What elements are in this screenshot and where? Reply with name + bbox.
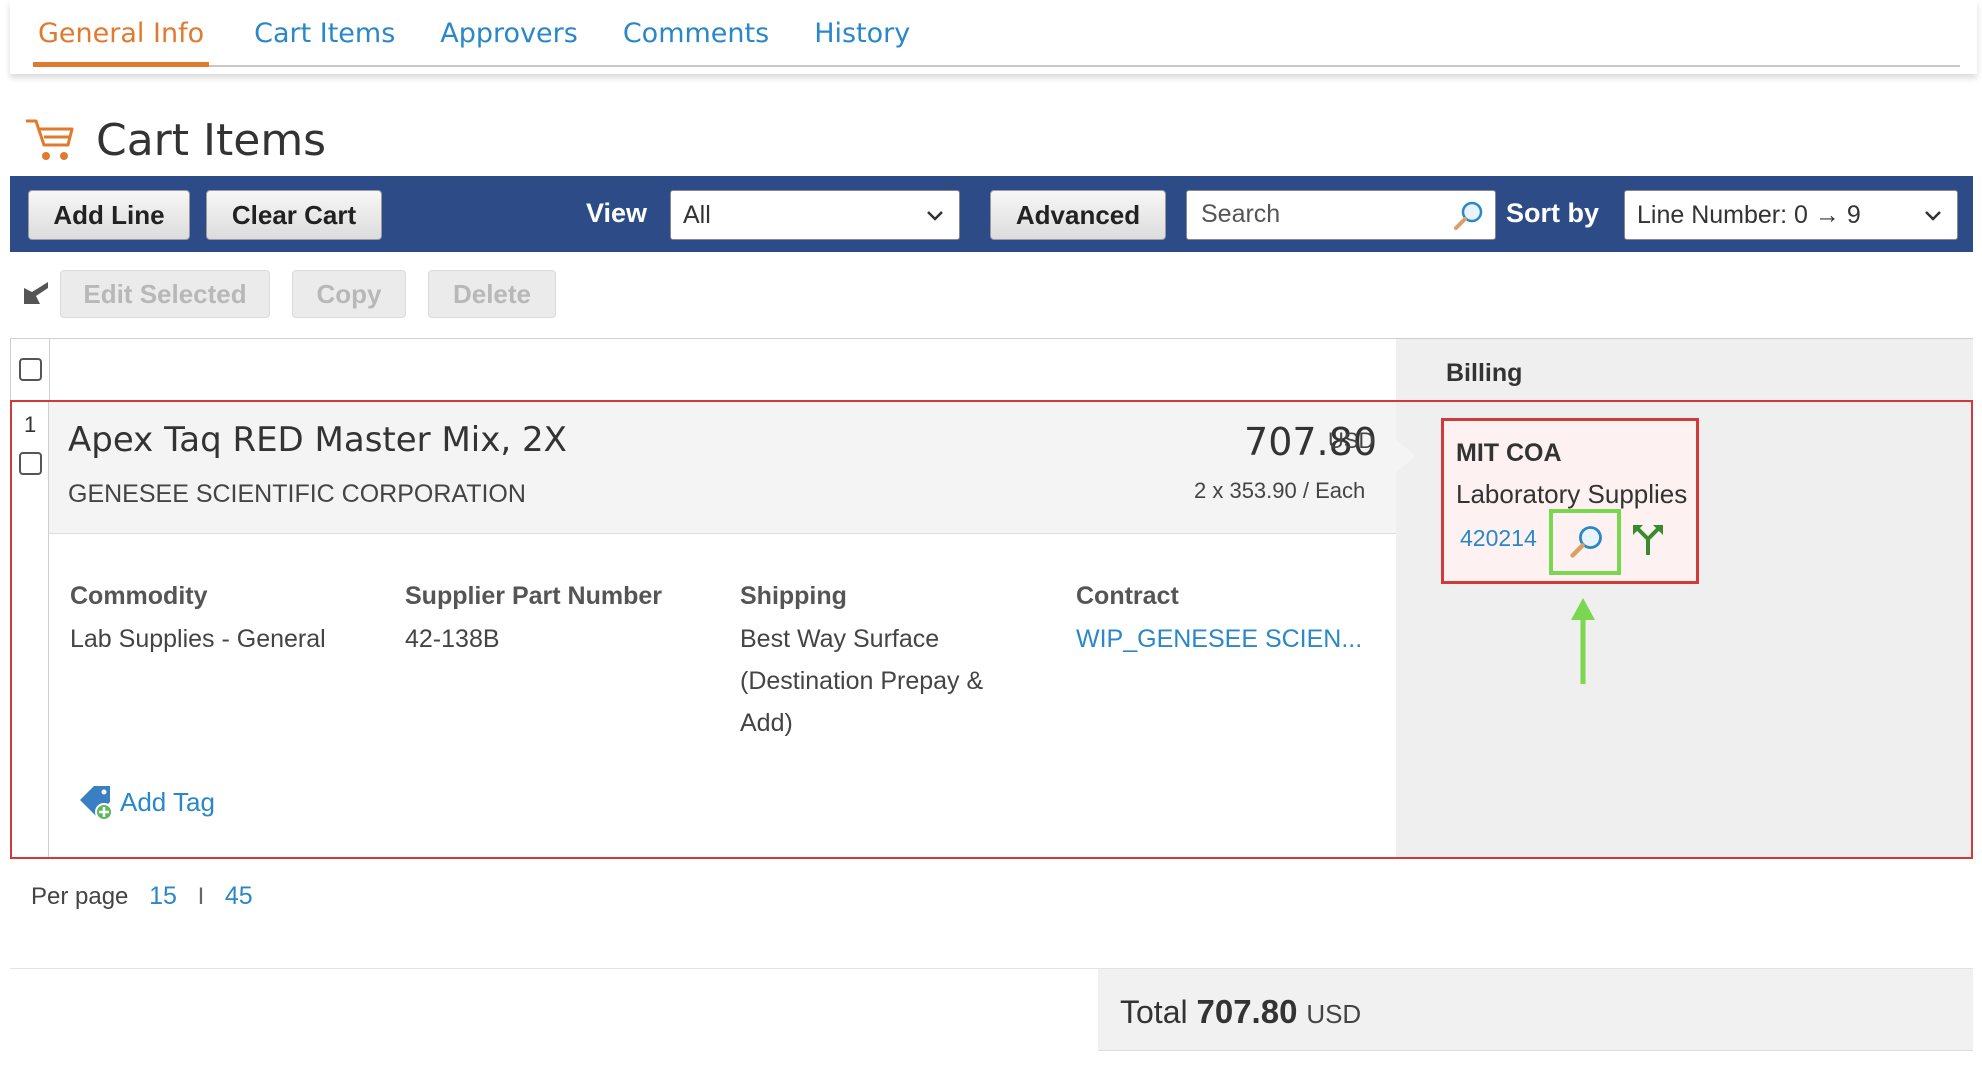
billing-column-header: Billing <box>1446 359 1523 387</box>
selected-row-highlight <box>10 400 1973 859</box>
chevron-down-icon <box>927 211 943 221</box>
view-label: View <box>586 198 648 228</box>
page-title: Cart Items <box>96 114 327 166</box>
tab-comments[interactable]: Comments <box>623 0 769 67</box>
cart-total: Total 707.80 USD <box>1098 969 1973 1051</box>
view-select-value: All <box>683 201 711 229</box>
delete-button[interactable]: Delete <box>428 270 556 318</box>
tab-general-info[interactable]: General Info <box>33 0 210 67</box>
section-header: Cart Items <box>24 110 326 170</box>
copy-button[interactable]: Copy <box>292 270 406 318</box>
tab-bar-container: General Info Cart Items Approvers Commen… <box>10 0 1977 74</box>
total-currency: USD <box>1306 999 1362 1029</box>
sort-select[interactable]: Line Number: 0 → 9 <box>1624 190 1958 240</box>
search-input[interactable] <box>1201 191 1451 237</box>
cart-toolbar: Add Line Clear Cart View All Advanced So… <box>10 176 1973 252</box>
tab-cart-items[interactable]: Cart Items <box>254 0 395 67</box>
per-page-control: Per page 15 I 45 <box>31 882 253 911</box>
billing-header-cell: Billing <box>1396 339 1973 401</box>
view-select[interactable]: All <box>670 190 960 240</box>
total-amount: 707.80 <box>1196 993 1298 1030</box>
table-header <box>10 339 1396 401</box>
add-line-button[interactable]: Add Line <box>28 190 190 240</box>
tab-bar: General Info Cart Items Approvers Commen… <box>33 0 1960 67</box>
select-arrow-icon <box>24 282 48 304</box>
tab-approvers[interactable]: Approvers <box>440 0 578 67</box>
sort-by-label: Sort by <box>1506 198 1600 228</box>
tab-history[interactable]: History <box>814 0 910 67</box>
chevron-down-icon <box>1925 211 1941 221</box>
clear-cart-button[interactable]: Clear Cart <box>206 190 382 240</box>
select-all-checkbox[interactable] <box>19 358 42 381</box>
sort-select-value: Line Number: 0 → 9 <box>1637 201 1861 229</box>
shopping-cart-icon <box>26 119 74 160</box>
total-label: Total <box>1120 994 1188 1030</box>
advanced-button[interactable]: Advanced <box>990 190 1166 240</box>
search-icon[interactable] <box>1451 199 1485 233</box>
total-line: Total 707.80 USD <box>1120 993 1361 1031</box>
per-page-separator: I <box>197 883 205 910</box>
edit-selected-button[interactable]: Edit Selected <box>60 270 270 318</box>
per-page-label: Per page <box>31 883 129 910</box>
per-page-45[interactable]: 45 <box>225 882 253 910</box>
per-page-15[interactable]: 15 <box>149 882 177 910</box>
column-divider <box>49 339 50 401</box>
search-box <box>1186 190 1496 240</box>
